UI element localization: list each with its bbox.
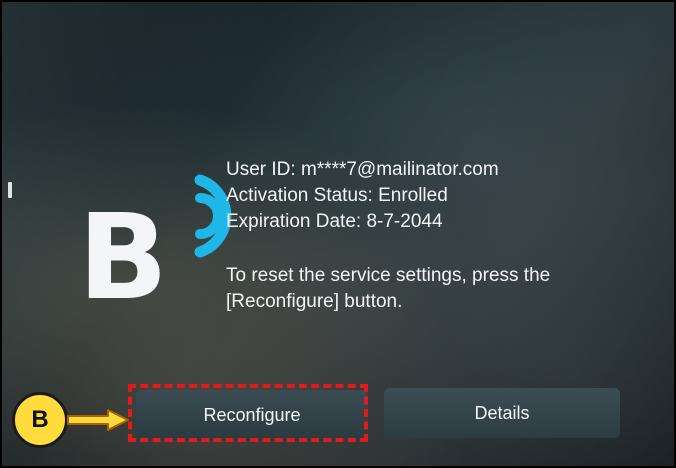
callout-arrow-icon xyxy=(67,409,129,431)
account-info: User ID: m****7@mailinator.com Activatio… xyxy=(226,157,646,315)
reset-instruction-line2: [Reconfigure] button. xyxy=(226,291,403,312)
logo-letter: B xyxy=(78,188,168,326)
details-button[interactable]: Details xyxy=(384,388,620,438)
callout-badge: B xyxy=(12,392,68,448)
user-id-text: User ID: m****7@mailinator.com xyxy=(226,159,499,180)
screen-frame: B User ID: m****7@mailinator.com Activat… xyxy=(0,0,676,468)
edge-mark xyxy=(8,182,12,198)
reset-instruction-line1: To reset the service settings, press the xyxy=(226,265,551,286)
activation-status-text: Activation Status: Enrolled xyxy=(226,185,448,206)
reconfigure-highlight-box xyxy=(128,384,368,442)
expiration-date-text: Expiration Date: 8-7-2044 xyxy=(226,211,443,232)
